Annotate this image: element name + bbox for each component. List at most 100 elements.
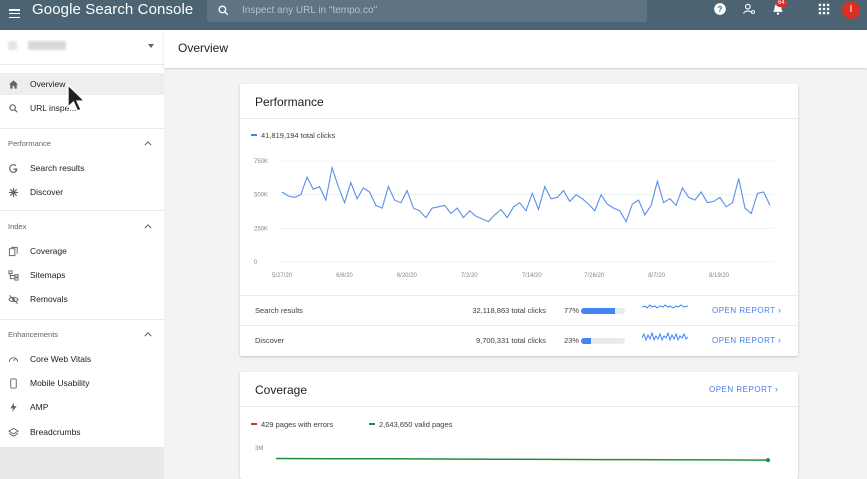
sidebar-item-amp[interactable]: AMP: [0, 396, 164, 418]
eye-off-icon: [8, 294, 19, 304]
x-tick-label: 7/26/20: [584, 273, 605, 279]
sidebar-item-breadcrumbs[interactable]: Breadcrumbs: [0, 421, 164, 443]
open-report-discover-button[interactable]: OPEN REPORT: [712, 336, 776, 345]
notification-count-badge: 64: [776, 0, 787, 7]
chevron-right-icon[interactable]: ›: [778, 335, 781, 345]
open-report-coverage-button[interactable]: OPEN REPORT: [709, 385, 773, 394]
row-total-clicks: 9,700,331 total clicks: [475, 336, 546, 345]
svg-text:?: ?: [718, 5, 723, 14]
sidebar-item-label: Removals: [30, 294, 68, 304]
chevron-up-icon[interactable]: [144, 224, 152, 229]
dropdown-caret-icon: [148, 44, 154, 48]
hamburger-menu-icon[interactable]: [9, 9, 20, 19]
file-copy-icon: [8, 246, 18, 256]
section-title-enhancements: Enhancements: [8, 330, 59, 339]
sidebar-divider: [0, 319, 164, 320]
search-input[interactable]: Inspect any URL in "tempo.co": [242, 5, 377, 16]
smartphone-icon: [10, 377, 17, 389]
layers-icon: [8, 427, 19, 437]
property-name-blurred: [28, 41, 66, 50]
sidebar-item-label: Core Web Vitals: [30, 354, 92, 364]
account-avatar[interactable]: I: [842, 1, 860, 19]
sidebar-item-core-web-vitals[interactable]: Core Web Vitals: [0, 348, 164, 370]
help-icon[interactable]: ?: [713, 2, 727, 16]
sidebar-item-discover[interactable]: Discover: [0, 181, 164, 203]
sidebar-footer: [0, 447, 164, 479]
legend-swatch-valid: [369, 423, 375, 425]
google-g-icon: [9, 163, 18, 173]
share-progress-fill: [581, 308, 615, 314]
open-report-search-results-button[interactable]: OPEN REPORT: [712, 306, 776, 315]
share-progress-bar: [581, 338, 625, 344]
chevron-up-icon[interactable]: [144, 141, 152, 146]
legend-pages-with-errors[interactable]: 429 pages with errors: [261, 420, 333, 429]
top-app-bar: Google Search Console Inspect any URL in…: [0, 0, 867, 30]
row-percentage: 23%: [564, 336, 580, 345]
row-label: Discover: [255, 336, 285, 345]
x-tick-label: 5/27/20: [272, 273, 293, 279]
sitemap-icon: [8, 269, 19, 281]
y-tick-label: 0: [254, 260, 258, 266]
sidebar-item-sitemaps[interactable]: Sitemaps: [0, 264, 164, 286]
card-divider: [240, 295, 798, 296]
card-divider: [240, 406, 798, 407]
share-progress-fill: [581, 338, 592, 344]
share-progress-bar: [581, 308, 625, 314]
legend-total-clicks[interactable]: 41,819,194 total clicks: [261, 131, 335, 140]
coverage-card-title: Coverage: [255, 383, 308, 397]
y-tick-label: 250K: [254, 226, 268, 232]
x-tick-label: 8/19/20: [709, 273, 730, 279]
legend-valid-pages[interactable]: 2,643,650 valid pages: [379, 420, 452, 429]
section-title-performance: Performance: [8, 139, 51, 148]
chevron-right-icon[interactable]: ›: [775, 384, 778, 394]
sidebar-item-removals[interactable]: Removals: [0, 288, 164, 310]
mini-sparkline: [642, 331, 688, 342]
row-label: Search results: [255, 306, 303, 315]
series-line-valid-pages[interactable]: [275, 457, 769, 461]
chevron-up-icon[interactable]: [144, 332, 152, 337]
x-tick-label: 7/2/20: [461, 273, 478, 279]
row-percentage: 77%: [564, 306, 580, 315]
coverage-card: Coverage OPEN REPORT › 429 pages with er…: [240, 372, 798, 479]
search-icon: [9, 103, 18, 113]
apps-grid-icon[interactable]: [817, 2, 831, 16]
manage-users-icon[interactable]: [742, 2, 756, 16]
series-end-point: [766, 458, 770, 463]
y-tick-label: 500K: [254, 193, 268, 199]
sidebar-item-label: AMP: [30, 402, 49, 412]
sidebar-item-label: Mobile Usability: [30, 378, 90, 388]
performance-card: Performance 41,819,194 total clicks 0 250…: [240, 84, 798, 356]
lightning-icon: [10, 402, 17, 412]
sidebar-item-label: Overview: [30, 79, 66, 89]
chevron-right-icon[interactable]: ›: [778, 305, 781, 315]
card-divider: [240, 118, 798, 119]
asterisk-icon: [8, 187, 19, 197]
sidebar-item-label: Coverage: [30, 246, 67, 256]
app-logo[interactable]: Google Search Console: [32, 1, 193, 19]
x-tick-label: 6/20/20: [397, 273, 418, 279]
page-title: Overview: [178, 41, 229, 55]
sidebar-divider: [0, 210, 164, 211]
property-selector[interactable]: [0, 30, 164, 64]
card-divider: [240, 325, 798, 326]
property-favicon: [8, 41, 17, 50]
sidebar-item-label: Search results: [30, 163, 85, 173]
sidebar-divider: [0, 64, 164, 65]
coverage-line-chart: [275, 457, 770, 463]
mini-sparkline: [642, 304, 688, 309]
search-icon: [218, 5, 229, 16]
legend-swatch-errors: [251, 423, 257, 425]
sidebar-item-coverage[interactable]: Coverage: [0, 240, 164, 262]
legend-swatch-clicks: [251, 134, 257, 136]
page-header: Overview: [164, 30, 867, 68]
url-inspect-search-box[interactable]: Inspect any URL in "tempo.co": [207, 0, 647, 22]
sidebar-item-label: Discover: [30, 187, 64, 197]
section-title-index: Index: [8, 222, 27, 231]
row-total-clicks: 32,118,863 total clicks: [472, 306, 546, 315]
mouse-cursor-icon: [67, 84, 87, 112]
home-icon: [8, 79, 19, 89]
x-tick-label: 6/8/20: [336, 273, 353, 279]
sidebar-item-search-results[interactable]: Search results: [0, 157, 164, 179]
sidebar-item-mobile-usability[interactable]: Mobile Usability: [0, 372, 164, 394]
y-tick-label: 750K: [254, 159, 268, 165]
